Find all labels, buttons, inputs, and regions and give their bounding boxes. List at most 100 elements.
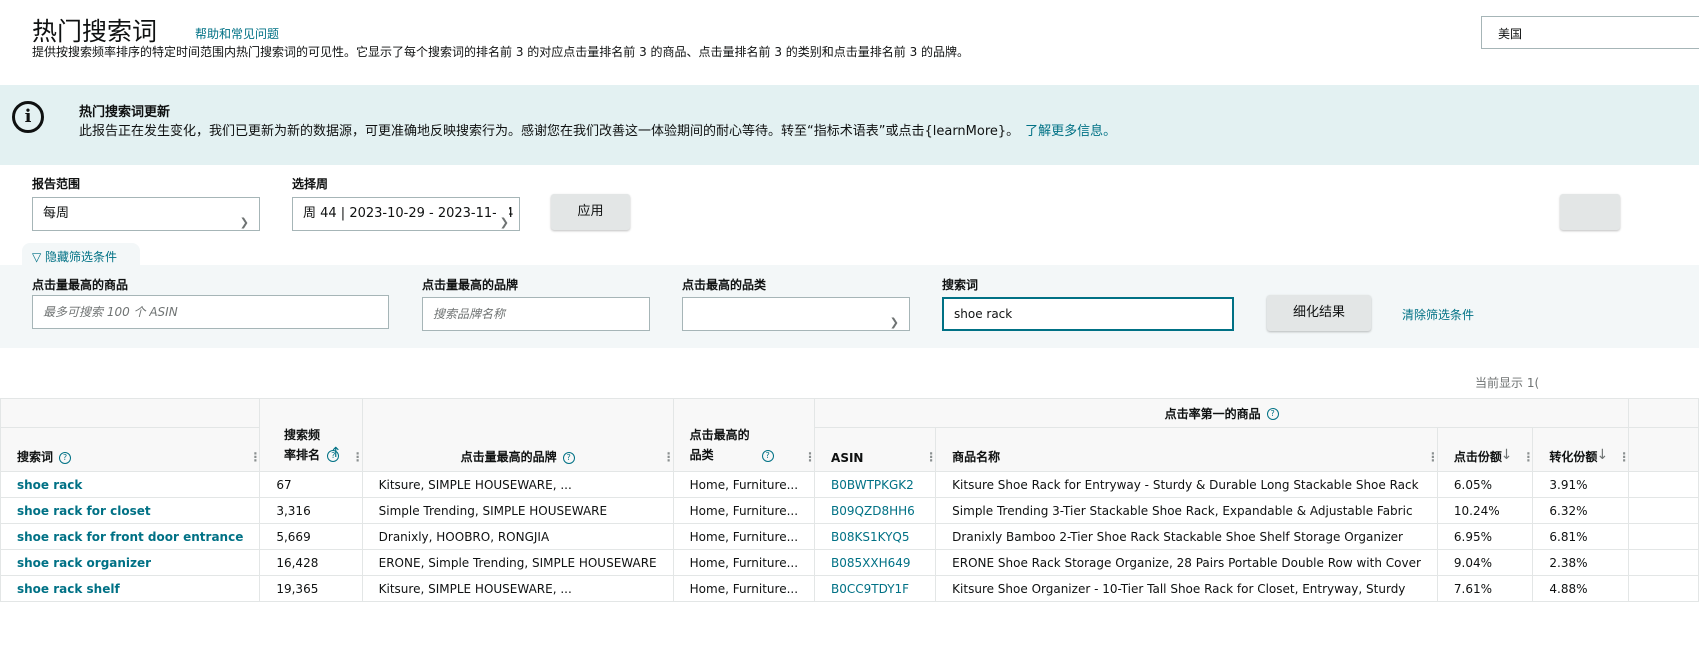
table-row: shoe rack for closet 3,316 Simple Trending… [0,497,1699,524]
col-search-rank[interactable]: 搜索频率排名?↑⋮ [259,398,363,472]
top-category: Home, Furniture... [672,471,816,498]
brand-filter-label: 点击量最高的品牌 [422,278,519,292]
next-cell [1628,549,1699,576]
search-terms-table: 搜索频率排名? ↑ ⋮ 点击量最高的品牌? ⋮ 点击最高的品类? ⋮ 点击率第一的商品?… [0,398,1699,602]
search-term-link[interactable]: shoe rack for closet [0,497,261,524]
category-filter-select[interactable]: ❯ [682,297,910,331]
top-brands: ERONE, Simple Trending, SIMPLE HOUSEWARE [361,549,674,576]
next-cell [1628,497,1699,524]
column-menu-icon[interactable]: ⋮ [352,451,361,463]
product-name: Dranixly Bamboo 2-Tier Shoe Rack Stackab… [935,523,1438,550]
conversion-share: 3.91% [1532,471,1630,498]
sort-asc-icon[interactable]: ↑ [330,443,342,463]
asin-link[interactable]: B0CC9TDY1F [814,575,937,602]
column-menu-icon[interactable]: ⋮ [804,451,813,463]
clear-filters-link[interactable]: 清除筛选条件 [1402,306,1474,323]
sort-desc-icon[interactable]: ↓ [1501,447,1513,463]
col-next [1628,427,1699,472]
table-row: shoe rack for front door entrance 5,669 Dr… [0,523,1699,550]
asin-link[interactable]: B08KS1KYQ5 [814,523,937,550]
column-menu-icon[interactable]: ⋮ [925,451,934,463]
column-menu-icon[interactable]: ⋮ [1427,451,1437,463]
search-rank: 19,365 [259,575,363,602]
col-search-term[interactable]: 搜索词? ⋮ [0,427,261,472]
hide-filters-toggle[interactable]: ▽ 隐藏筛选条件 [22,243,140,267]
help-link[interactable]: 帮助和常见问题 [195,25,279,42]
col-click-share[interactable]: 点击份额↓ ⋮ [1436,427,1534,472]
search-term-label: 搜索词 [942,278,979,292]
week-label: 选择周 [292,177,329,191]
top-category: Home, Furniture... [672,523,816,550]
refine-button[interactable]: 细化结果 [1267,295,1371,331]
col-conversion-share[interactable]: 转化份额↓ ⋮ [1532,427,1630,472]
search-term-link[interactable]: shoe rack organizer [0,549,261,576]
column-menu-icon[interactable]: ⋮ [1618,451,1628,463]
hide-filters-label: 隐藏筛选条件 [45,250,118,264]
report-range-value: 每周 [43,206,70,221]
top-brands: Kitsure, SIMPLE HOUSEWARE, ... [361,471,674,498]
brand-filter-input[interactable]: 搜索品牌名称 [422,297,650,331]
asin-link[interactable]: B0BWTPKGK2 [814,471,937,498]
col-top-category[interactable]: 点击最高的品类? ⋮ [672,398,816,472]
banner-title: 热门搜索词更新 [79,105,171,120]
page-description: 提供按搜索频率排序的特定时间范围内热门搜索词的可见性。它显示了每个搜索词的排名前… [32,45,970,59]
col-top-brands[interactable]: 点击量最高的品牌? ⋮ [361,398,674,472]
week-value: 周 44 | 2023-10-29 - 2023-11-04 [303,206,514,221]
table-row: shoe rack 67 Kitsure, SIMPLE HOUSEWARE, ..… [0,471,1699,498]
search-rank: 5,669 [259,523,363,550]
search-term-link[interactable]: shoe rack [0,471,261,498]
asin-filter-input[interactable]: 最多可搜索 100 个 ASIN [32,295,389,329]
next-cell [1628,523,1699,550]
sort-desc-icon[interactable]: ↓ [1596,447,1608,463]
conversion-share: 2.38% [1532,549,1630,576]
col-label: 点击量最高的品牌 [460,450,557,464]
learn-more-link[interactable]: 了解更多信息。 [1025,124,1116,139]
help-icon: ? [59,451,72,464]
help-icon: ? [562,451,575,464]
top-brands: Kitsure, SIMPLE HOUSEWARE, ... [361,575,674,602]
group-label: 点击率第一的商品 [1164,406,1261,421]
next-cell [1628,575,1699,602]
help-icon: ? [1266,408,1279,420]
col-label: 搜索词 [17,450,54,464]
banner-message: 此报告正在发生变化，我们已更新为新的数据源，可更准确地反映搜索行为。感谢您在我们… [79,124,1020,139]
column-menu-icon[interactable]: ⋮ [1522,451,1531,463]
group-empty [0,398,261,428]
asin-link[interactable]: B09QZD8HH6 [814,497,937,524]
product-name: Simple Trending 3-Tier Stackable Shoe Ra… [935,497,1438,524]
top-category: Home, Furniture... [672,575,816,602]
search-rank: 67 [259,471,363,498]
col-label: 点击份额 [1453,450,1502,464]
column-menu-icon[interactable]: ⋮ [663,451,673,463]
chevron-down-icon: ❯ [239,216,249,229]
search-term-link[interactable]: shoe rack for front door entrance [0,523,261,550]
asin-link[interactable]: B085XXH649 [814,549,937,576]
search-rank: 16,428 [259,549,363,576]
column-menu-icon[interactable]: ⋮ [249,451,258,463]
report-range-select[interactable]: 每周 ❯ [32,197,260,231]
category-filter-label: 点击最高的品类 [682,278,767,292]
col-asin[interactable]: ASIN ⋮ [814,427,937,472]
col-label: 转化份额 [1549,450,1598,464]
help-icon: ? [761,449,774,462]
filter-icon: ▽ [32,250,46,264]
partial-button[interactable] [1560,194,1620,230]
country-select[interactable]: 美国 [1481,16,1699,49]
top-category: Home, Furniture... [672,497,816,524]
col-label: 点击最高的品类 [689,428,750,462]
col-label: ASIN [831,451,864,465]
search-term-input[interactable]: shoe rack [942,297,1234,331]
search-term-link[interactable]: shoe rack shelf [0,575,261,602]
group-next [1628,398,1699,428]
apply-button[interactable]: 应用 [551,194,630,230]
top-brands: Simple Trending, SIMPLE HOUSEWARE [361,497,674,524]
asin-filter-label: 点击量最高的商品 [32,278,129,292]
asin-placeholder: 最多可搜索 100 个 ASIN [43,305,178,319]
search-rank: 3,316 [259,497,363,524]
week-select[interactable]: 周 44 | 2023-10-29 - 2023-11-04 ❯ [292,197,520,231]
col-product-name[interactable]: 商品名称 ⋮ [935,427,1438,472]
report-range-label: 报告范围 [32,177,81,191]
brand-placeholder: 搜索品牌名称 [433,307,506,321]
next-cell [1628,471,1699,498]
banner-text: 此报告正在发生变化，我们已更新为新的数据源，可更准确地反映搜索行为。感谢您在我们… [79,120,1116,139]
